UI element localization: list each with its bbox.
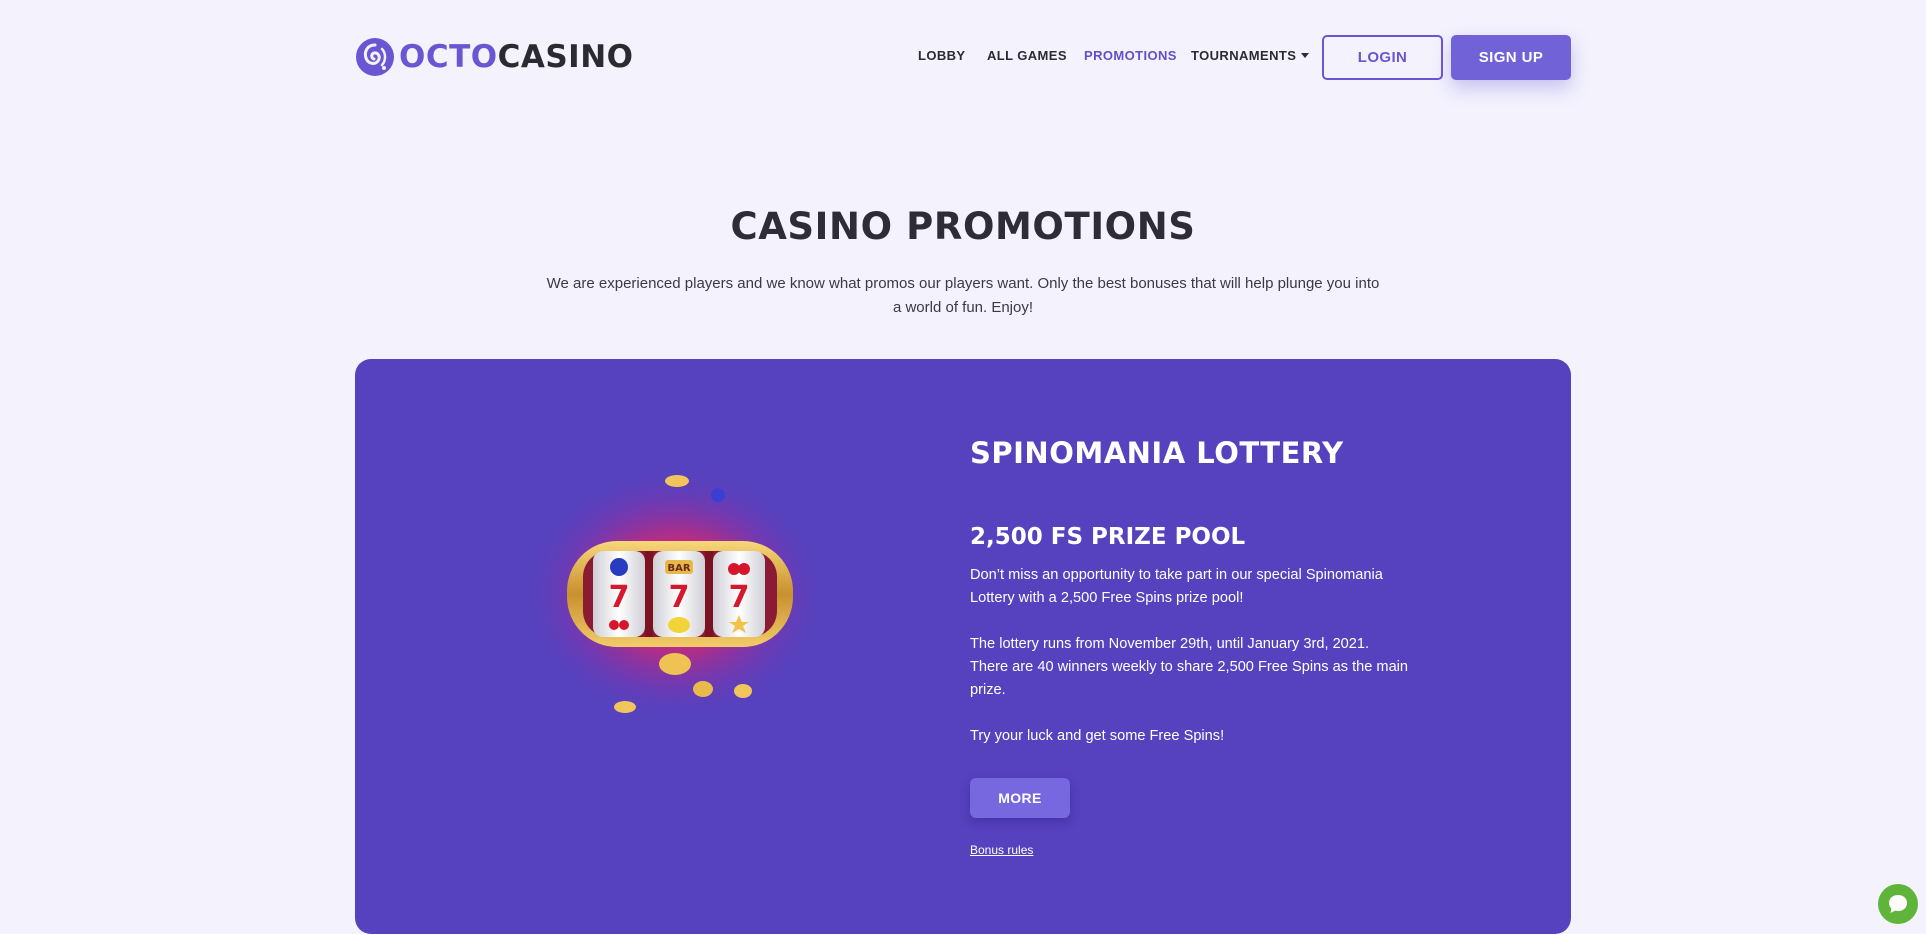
promo-paragraph-2-line-3: prize. [970,682,1006,698]
svg-text:7: 7 [669,580,690,615]
chat-button[interactable] [1878,884,1918,924]
svg-text:7: 7 [729,580,750,615]
promo-subtitle: 2,500 FS PRIZE POOL [970,524,1246,550]
nav-item-all-games[interactable]: ALL GAMES [987,48,1067,63]
nav-item-tournaments-label: TOURNAMENTS [1191,48,1297,63]
site-header: OCTOCASINO LOBBY ALL GAMES PROMOTIONS TO… [0,0,1926,112]
caret-down-icon [1301,53,1310,59]
bonus-rules-link[interactable]: Bonus rules [970,843,1033,857]
promo-title: SPINOMANIA LOTTERY [970,436,1344,470]
promo-paragraph-2: The lottery runs from November 29th, unt… [970,633,1440,702]
promo-paragraph-1-line-1: Don’t miss an opportunity to take part i… [970,567,1383,583]
page-intro-line-1: We are experienced players and we know w… [546,275,1380,292]
slot-reel-bar-label: BAR [667,563,690,574]
page-intro: We are experienced players and we know w… [546,272,1380,320]
more-button[interactable]: MORE [970,778,1070,818]
nav-item-tournaments[interactable]: TOURNAMENTS [1191,48,1310,63]
promo-paragraph-2-line-2: There are 40 winners weekly to share 2,5… [970,659,1409,675]
main-nav: LOBBY ALL GAMES PROMOTIONS TOURNAMENTS [0,48,1926,66]
promo-paragraph-1: Don’t miss an opportunity to take part i… [970,564,1440,610]
page-intro-line-2: a world of fun. Enjoy! [892,299,1034,316]
promo-content: SPINOMANIA LOTTERY [970,435,1420,471]
nav-item-lobby[interactable]: LOBBY [918,48,966,63]
sign-up-button[interactable]: SIGN UP [1451,35,1571,80]
chat-bubble-icon [1889,895,1907,913]
login-button[interactable]: LOGIN [1322,35,1443,80]
promo-paragraph-2-line-1: The lottery runs from November 29th, unt… [970,636,1370,652]
nav-item-promotions[interactable]: PROMOTIONS [1084,48,1177,63]
promo-paragraph-3: Try your luck and get some Free Spins! [970,728,1225,744]
slot-machine-icon: BAR 7 7 7 [520,464,830,724]
svg-text:7: 7 [609,580,630,615]
promo-paragraph-1-line-2: Lottery with a 2,500 Free Spins prize po… [970,590,1244,606]
promo-card: BAR 7 7 7 SPINOMANIA LOTTERY 2,500 FS PR… [355,359,1571,934]
page-title: CASINO PROMOTIONS [730,205,1196,248]
